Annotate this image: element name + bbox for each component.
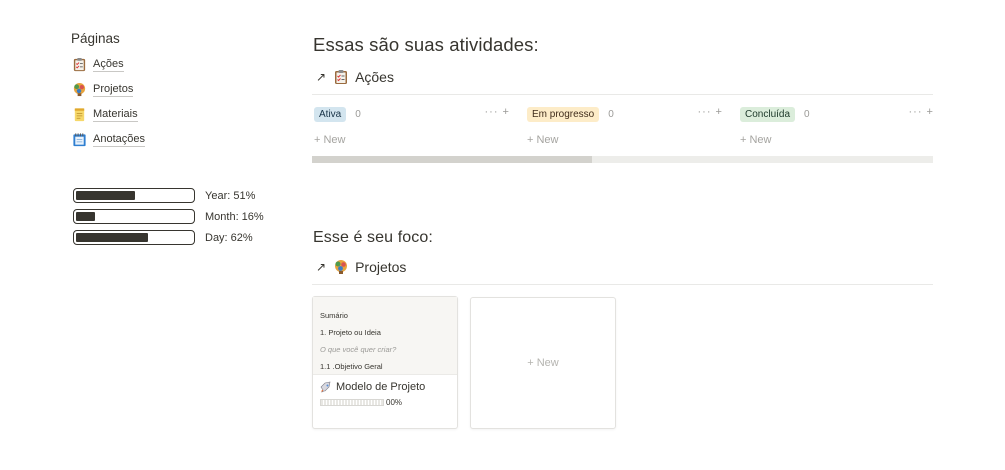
progress-fill xyxy=(76,233,148,242)
horizontal-scrollbar[interactable] xyxy=(312,156,933,163)
activities-heading: Essas são suas atividades: xyxy=(313,34,539,55)
divider xyxy=(312,94,933,95)
progress-bar xyxy=(73,230,195,245)
page-label: Projetos xyxy=(93,82,134,97)
progress-fill xyxy=(76,212,95,221)
page-label: Ações xyxy=(93,57,124,72)
page-link-projetos[interactable]: Projetos xyxy=(71,77,241,102)
year-progress: Year: 51% xyxy=(73,185,264,206)
link-arrow-icon: ↗ xyxy=(316,260,327,274)
day-progress: Day: 62% xyxy=(73,227,264,248)
new-card-button[interactable]: + New xyxy=(314,134,510,146)
database-header-projetos[interactable]: ↗ Projetos xyxy=(316,259,406,275)
progress-fill xyxy=(76,191,136,200)
card-progress: 00% xyxy=(313,393,457,412)
new-card-button[interactable]: + New xyxy=(740,134,934,146)
database-title: Projetos xyxy=(355,259,407,275)
page-link-acoes[interactable]: Ações xyxy=(71,52,241,77)
database-header-acoes[interactable]: ↗ Ações xyxy=(316,69,394,85)
card-title: Modelo de Projeto xyxy=(313,375,457,393)
pages-heading: Páginas xyxy=(71,31,120,46)
spiral-notebook-icon xyxy=(71,132,87,148)
scrollbar-thumb[interactable] xyxy=(312,156,592,163)
pages-list: Páginas Ações Projetos Materiais Anotaçõ… xyxy=(71,31,241,152)
column-count: 0 xyxy=(355,108,361,120)
cover-line: O que você quer criar? xyxy=(320,345,397,354)
brain-icon xyxy=(71,82,87,98)
column-header: Em progresso 0 xyxy=(527,104,723,124)
progress-label: Year: 51% xyxy=(205,189,256,202)
column-count: 0 xyxy=(608,108,614,120)
new-card-label: + New xyxy=(527,357,559,369)
brain-icon xyxy=(333,259,349,275)
checklist-icon xyxy=(71,57,87,73)
column-menu-button[interactable]: ··· + xyxy=(909,106,934,118)
board-column-ativa: Ativa 0 ··· + + New xyxy=(314,104,510,146)
column-count: 0 xyxy=(804,108,810,120)
new-gallery-card-button[interactable]: + New xyxy=(470,297,616,429)
board-column-concluida: Concluída 0 ··· + + New xyxy=(740,104,934,146)
status-tag[interactable]: Em progresso xyxy=(527,106,600,122)
status-tag[interactable]: Concluída xyxy=(740,106,796,122)
progress-bar xyxy=(73,209,195,224)
status-tag[interactable]: Ativa xyxy=(314,106,347,122)
checklist-icon xyxy=(333,69,349,85)
month-progress: Month: 16% xyxy=(73,206,264,227)
cover-line: 1. Projeto ou Ideia xyxy=(320,328,381,337)
board-column-em-progresso: Em progresso 0 ··· + + New xyxy=(527,104,723,146)
page-link-anotacoes[interactable]: Anotações xyxy=(71,127,241,152)
progress-label: Day: 62% xyxy=(205,231,253,244)
page-label: Materiais xyxy=(93,107,138,122)
card-cover-preview: Sumário 1. Projeto ou Ideia O que você q… xyxy=(313,297,457,375)
focus-heading: Esse é seu foco: xyxy=(313,229,433,246)
rocket-icon xyxy=(320,381,332,393)
card-progress-label: 00% xyxy=(386,398,403,407)
time-progress: Year: 51% Month: 16% Day: 62% xyxy=(73,185,264,248)
column-header: Ativa 0 xyxy=(314,104,510,124)
card-title-text: Modelo de Projeto xyxy=(336,381,426,393)
link-arrow-icon: ↗ xyxy=(316,70,327,84)
progress-bar xyxy=(73,188,195,203)
gallery-card[interactable]: Sumário 1. Projeto ou Ideia O que você q… xyxy=(312,296,458,429)
column-header: Concluída 0 xyxy=(740,104,934,124)
notepad-icon xyxy=(71,107,87,123)
progress-label: Month: 16% xyxy=(205,210,264,223)
database-title: Ações xyxy=(355,69,394,85)
page-link-materiais[interactable]: Materiais xyxy=(71,102,241,127)
cover-line: 1.1 .Objetivo Geral xyxy=(320,362,383,371)
new-card-button[interactable]: + New xyxy=(527,134,723,146)
card-progress-bar xyxy=(320,399,384,406)
divider xyxy=(312,284,933,285)
column-menu-button[interactable]: ··· + xyxy=(485,106,510,118)
page-label: Anotações xyxy=(93,132,145,147)
cover-line: Sumário xyxy=(320,311,348,320)
column-menu-button[interactable]: ··· + xyxy=(698,106,723,118)
